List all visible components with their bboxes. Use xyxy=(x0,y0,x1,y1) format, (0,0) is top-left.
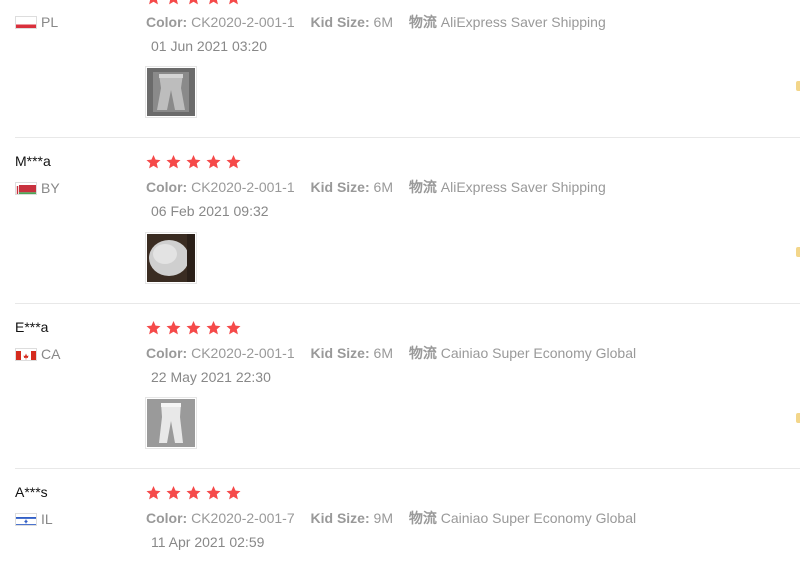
kid-size-label: Kid Size: xyxy=(310,345,370,361)
country-code: CA xyxy=(41,346,61,362)
color-value: CK2020-2-001-1 xyxy=(191,345,295,361)
reviewer-name: E***a xyxy=(15,319,49,335)
reviewer-country: IL xyxy=(15,511,53,527)
order-attributes: Color: CK2020-2-001-1 Kid Size: 6M 物流 Al… xyxy=(146,177,618,197)
country-code: BY xyxy=(41,180,60,196)
reviewer-country: CA xyxy=(15,346,60,362)
color-label: Color: xyxy=(146,510,188,526)
order-attributes: Color: CK2020-2-001-1 Kid Size: 6M 物流 Al… xyxy=(146,12,618,32)
order-attributes: Color: CK2020-2-001-1 Kid Size: 6M 物流 Ca… xyxy=(146,343,648,363)
logistics-label: 物流 xyxy=(408,14,437,30)
review-date: 11 Apr 2021 02:59 xyxy=(151,534,265,550)
divider xyxy=(15,137,800,138)
israel-flag-icon xyxy=(15,512,37,526)
shipping-value: AliExpress Saver Shipping xyxy=(440,14,606,30)
shipping-value: Cainiao Super Economy Global xyxy=(440,345,637,361)
divider xyxy=(15,303,800,304)
star-icon xyxy=(165,0,182,6)
star-icon xyxy=(225,0,242,6)
star-icon xyxy=(205,320,222,336)
country-code: PL xyxy=(41,14,59,30)
color-value: CK2020-2-001-1 xyxy=(191,14,295,30)
color-label: Color: xyxy=(146,345,188,361)
star-icon xyxy=(165,320,182,336)
review-photo[interactable] xyxy=(145,397,197,449)
kid-size-value: 6M xyxy=(373,179,393,195)
star-icon xyxy=(145,0,162,6)
order-attributes: Color: CK2020-2-001-7 Kid Size: 9M 物流 Ca… xyxy=(146,508,648,528)
star-icon xyxy=(145,320,162,336)
edge-indicator xyxy=(796,81,800,91)
review-date: 06 Feb 2021 09:32 xyxy=(151,203,269,219)
star-icon xyxy=(205,485,222,501)
reviewer-country: PL xyxy=(15,14,58,30)
star-icon xyxy=(165,154,182,170)
star-icon xyxy=(145,485,162,501)
reviewer-name: A***s xyxy=(15,484,48,500)
star-icon xyxy=(185,0,202,6)
color-value: CK2020-2-001-1 xyxy=(191,179,295,195)
rating-stars xyxy=(145,485,242,501)
rating-stars xyxy=(145,154,242,170)
review-date: 01 Jun 2021 03:20 xyxy=(151,38,267,54)
kid-size-value: 9M xyxy=(373,510,393,526)
color-label: Color: xyxy=(146,179,188,195)
kid-size-value: 6M xyxy=(373,14,393,30)
logistics-label: 物流 xyxy=(408,345,437,361)
star-icon xyxy=(185,485,202,501)
rating-stars xyxy=(145,320,242,336)
review-photo[interactable] xyxy=(145,232,197,284)
star-icon xyxy=(205,154,222,170)
reviewer-name: M***a xyxy=(15,153,51,169)
star-icon xyxy=(185,154,202,170)
reviewer-country: BY xyxy=(15,180,60,196)
star-icon xyxy=(225,320,242,336)
logistics-label: 物流 xyxy=(408,510,437,526)
star-icon xyxy=(165,485,182,501)
rating-stars xyxy=(145,0,242,6)
poland-flag-icon xyxy=(15,15,37,29)
country-code: IL xyxy=(41,511,53,527)
color-value: CK2020-2-001-7 xyxy=(191,510,295,526)
star-icon xyxy=(205,0,222,6)
edge-indicator xyxy=(796,413,800,423)
star-icon xyxy=(145,154,162,170)
star-icon xyxy=(185,320,202,336)
kid-size-label: Kid Size: xyxy=(310,179,370,195)
color-label: Color: xyxy=(146,14,188,30)
shipping-value: Cainiao Super Economy Global xyxy=(440,510,637,526)
logistics-label: 物流 xyxy=(408,179,437,195)
belarus-flag-icon xyxy=(15,181,37,195)
star-icon xyxy=(225,154,242,170)
canada-flag-icon xyxy=(15,347,37,361)
review-date: 22 May 2021 22:30 xyxy=(151,369,271,385)
kid-size-label: Kid Size: xyxy=(310,510,370,526)
kid-size-label: Kid Size: xyxy=(310,14,370,30)
edge-indicator xyxy=(796,247,800,257)
review-photo[interactable] xyxy=(145,66,197,118)
shipping-value: AliExpress Saver Shipping xyxy=(440,179,606,195)
divider xyxy=(15,468,800,469)
star-icon xyxy=(225,485,242,501)
kid-size-value: 6M xyxy=(373,345,393,361)
